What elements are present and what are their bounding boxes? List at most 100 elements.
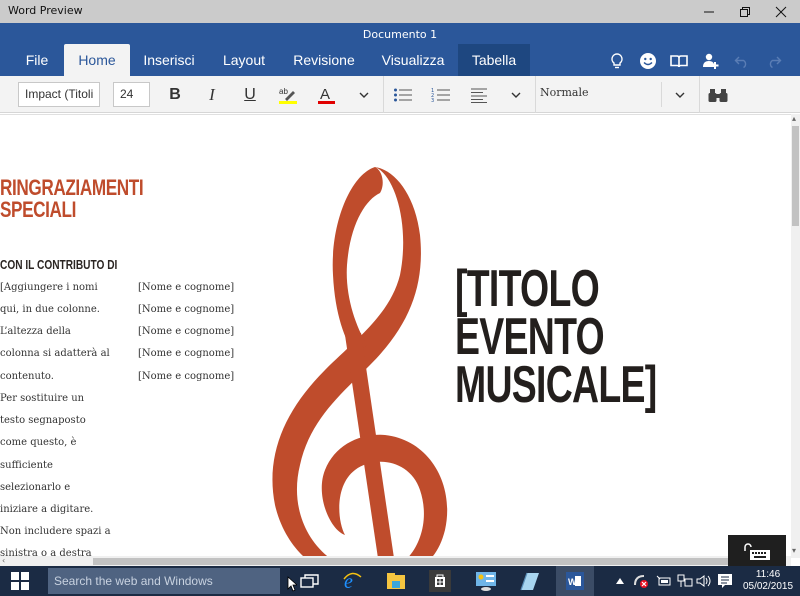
action-center-button[interactable]: [716, 572, 734, 590]
font-name-input[interactable]: Impact (Titoli: [18, 82, 100, 107]
tab-layout[interactable]: Layout: [212, 44, 276, 76]
taskbar-app-word[interactable]: W: [556, 566, 594, 596]
taskbar-app-notepad[interactable]: [516, 569, 544, 593]
more-paragraph-options-button[interactable]: [502, 82, 530, 107]
tab-visualizza[interactable]: Visualizza: [374, 44, 452, 76]
horizontal-scrollbar[interactable]: ‹: [0, 556, 791, 566]
undo-button[interactable]: [730, 50, 754, 72]
scroll-up-icon[interactable]: ▴: [792, 114, 796, 123]
tab-revisione[interactable]: Revisione: [286, 44, 362, 76]
lightbulb-icon: [611, 53, 623, 69]
bullet-list-icon: [394, 88, 412, 101]
tell-me-button[interactable]: [605, 50, 629, 72]
name-placeholder: [Nome e cognome]: [138, 326, 235, 337]
svg-text:W: W: [568, 577, 577, 587]
numbered-list-icon: 123: [431, 88, 450, 103]
font-color-button[interactable]: A: [312, 82, 340, 107]
body-text-line: qui, in due colonne.: [0, 304, 100, 315]
svg-text:3: 3: [431, 98, 434, 103]
contributors-subheading: CON IL CONTRIBUTO DI: [0, 257, 118, 272]
font-size-input[interactable]: 24: [113, 82, 150, 107]
scroll-left-icon[interactable]: ‹: [2, 556, 5, 565]
tab-home[interactable]: Home: [64, 44, 130, 76]
scroll-down-icon[interactable]: ▾: [792, 546, 796, 555]
show-hidden-icons-button[interactable]: [614, 572, 626, 590]
name-placeholder: [Nome e cognome]: [138, 282, 235, 293]
treble-clef-image: [272, 167, 448, 556]
touch-keyboard-button[interactable]: [728, 535, 786, 568]
acknowledgements-heading: RINGRAZIAMENTI SPECIALI: [0, 175, 144, 222]
network-error-icon: [634, 575, 648, 588]
undo-icon: [734, 56, 747, 68]
task-view-button[interactable]: [296, 569, 324, 593]
vertical-scroll-thumb[interactable]: [792, 126, 799, 226]
tab-tabella[interactable]: Tabella: [458, 44, 530, 76]
document-title: Documento 1: [362, 28, 438, 41]
feedback-button[interactable]: [636, 50, 660, 72]
name-placeholder: [Nome e cognome]: [138, 371, 235, 382]
name-placeholder: [Nome e cognome]: [138, 304, 235, 315]
redo-button[interactable]: [762, 50, 786, 72]
chevron-up-icon: [616, 578, 624, 584]
divider: [535, 76, 536, 113]
more-font-options-button[interactable]: [350, 82, 378, 107]
body-text-line: Per sostituire un: [0, 393, 85, 404]
style-selector[interactable]: Normale: [540, 86, 589, 99]
control-panel-icon: [476, 572, 496, 591]
volume-button[interactable]: [695, 572, 713, 590]
name-placeholder: [Nome e cognome]: [138, 348, 235, 359]
vertical-scrollbar[interactable]: ▴ ▾: [791, 114, 800, 558]
taskbar-app-store[interactable]: [426, 569, 454, 593]
tab-file[interactable]: File: [12, 44, 62, 76]
notepad-icon: [520, 572, 539, 591]
app-title: Word Preview: [8, 4, 83, 17]
highlighter-icon: ab: [279, 87, 297, 104]
style-dropdown-button[interactable]: [666, 82, 694, 107]
document-canvas[interactable]: RINGRAZIAMENTI SPECIALI CON IL CONTRIBUT…: [0, 114, 791, 556]
keyboard-unlock-icon: [744, 542, 770, 560]
body-text-line: colonna si adatterà al: [0, 348, 110, 359]
event-title: [TITOLO EVENTO MUSICALE]: [455, 260, 657, 414]
task-view-icon: [300, 574, 319, 588]
chevron-down-icon: [675, 92, 685, 98]
highlight-button[interactable]: ab: [274, 82, 302, 107]
numbering-button[interactable]: 123: [427, 82, 455, 107]
battery-button[interactable]: [655, 572, 673, 590]
system-clock[interactable]: 11:46 05/02/2015: [740, 569, 796, 593]
start-button[interactable]: [6, 569, 34, 593]
italic-button[interactable]: I: [198, 82, 226, 107]
clock-time: 11:46: [755, 569, 781, 580]
svg-text:A: A: [320, 86, 330, 103]
chevron-down-icon: [359, 92, 369, 98]
clock-date: 05/02/2015: [742, 581, 794, 592]
taskbar-app-edge[interactable]: e: [338, 569, 366, 593]
share-person-icon: [703, 53, 719, 69]
share-button[interactable]: [699, 50, 723, 72]
taskbar-search-input[interactable]: Search the web and Windows: [48, 568, 280, 594]
underline-button[interactable]: U: [236, 82, 264, 107]
body-text-line: sinistra o a destra: [0, 548, 92, 556]
tab-inserisci[interactable]: Inserisci: [136, 44, 202, 76]
minimize-button[interactable]: [691, 0, 727, 23]
taskbar-app-control-panel[interactable]: [472, 569, 500, 593]
speaker-icon: [696, 575, 711, 587]
bold-button[interactable]: B: [161, 82, 189, 107]
bullets-button[interactable]: [389, 82, 417, 107]
minimize-icon: [704, 11, 714, 12]
align-button[interactable]: [465, 82, 493, 107]
reading-mode-button[interactable]: [667, 50, 691, 72]
body-text-line: iniziare a digitare.: [0, 504, 94, 515]
wired-network-button[interactable]: [676, 572, 694, 590]
ethernet-icon: [677, 574, 693, 587]
close-icon: [775, 6, 787, 17]
align-left-icon: [471, 88, 487, 103]
network-status-button[interactable]: [632, 572, 650, 590]
body-text-line: sufficiente: [0, 460, 53, 471]
close-button[interactable]: [763, 0, 799, 23]
store-icon: [429, 570, 451, 592]
horizontal-scroll-thumb[interactable]: [93, 558, 733, 565]
restore-button[interactable]: [727, 0, 763, 23]
find-button[interactable]: [704, 82, 732, 107]
taskbar-app-file-explorer[interactable]: [382, 569, 410, 593]
body-text-line: selezionarlo e: [0, 482, 71, 493]
